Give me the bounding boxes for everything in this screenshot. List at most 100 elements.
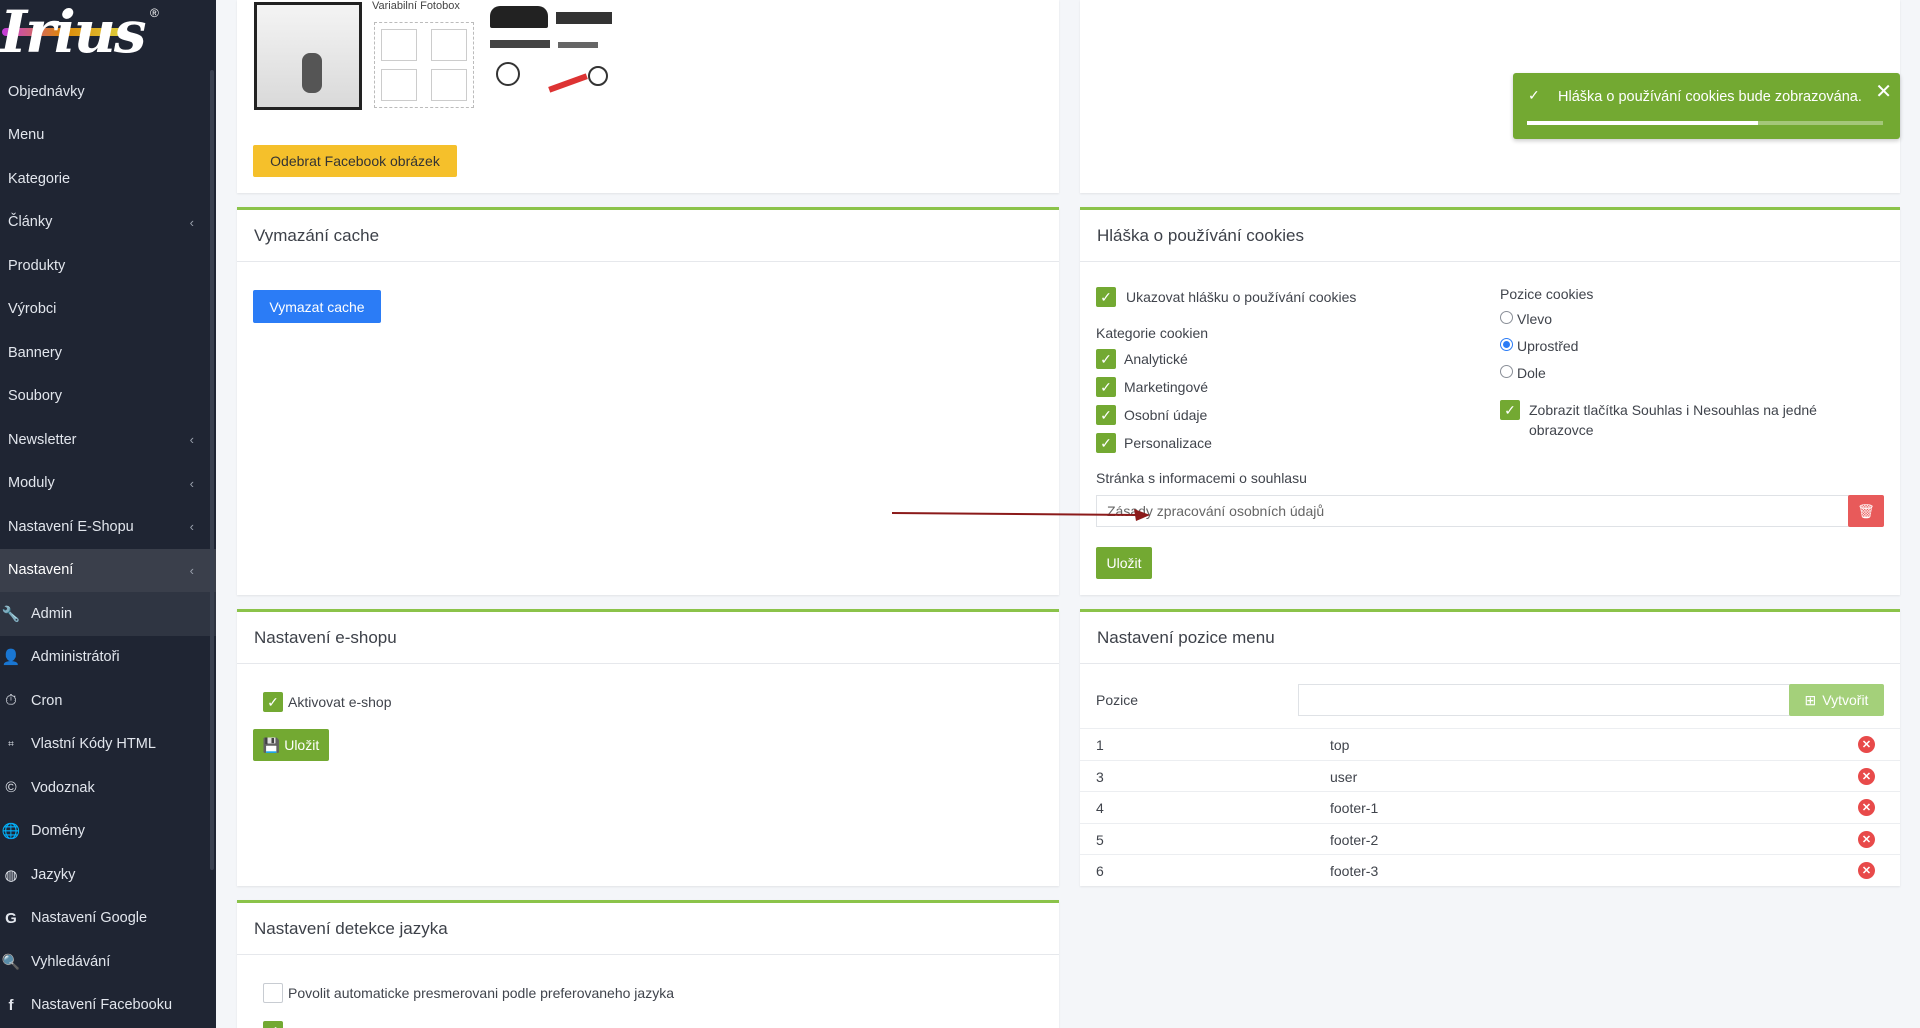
activate-eshop-checkbox[interactable]: ✓ [263, 692, 283, 712]
category-personalization-checkbox[interactable]: ✓ [1096, 433, 1116, 453]
close-icon[interactable]: ✕ [1875, 79, 1892, 104]
sidebar-subitem-9[interactable]: f Nastavení Facebooku [0, 984, 216, 1028]
show-cookies-checkbox[interactable]: ✓ [1096, 287, 1116, 307]
category-marketing-label: Marketingové [1124, 379, 1209, 395]
lang-card-title: Nastavení detekce jazyka [237, 903, 1059, 955]
position-center-label: Uprostřed [1517, 338, 1579, 354]
consent-page-label: Stránka s informacemi o souhlasu [1096, 470, 1307, 486]
sidebar-item-4[interactable]: Produkty [0, 244, 216, 288]
menu-position-label: Pozice [1096, 692, 1139, 708]
copyright-icon: © [5, 779, 17, 797]
clear-consent-page-button[interactable]: 🗑 [1848, 495, 1884, 527]
cache-card: Vymazání cache Vymazat cache [237, 207, 1059, 595]
sidebar-subitem-8[interactable]: 🔍 Vyhledávání [0, 940, 216, 984]
menu-position-id: 1 [1096, 737, 1104, 753]
wrench-icon: 🔧 [1, 605, 21, 623]
position-bottom-radio[interactable] [1500, 365, 1513, 378]
consent-page-input[interactable]: Zásady zpracování osobních údajů [1096, 495, 1849, 527]
position-left-label: Vlevo [1517, 311, 1553, 327]
sidebar-subitem-2[interactable]: ⏱ Cron [0, 679, 216, 723]
clear-cache-button[interactable]: Vymazat cache [253, 290, 381, 323]
sidebar-item-11[interactable]: Nastavení ‹ [0, 548, 216, 592]
sidebar-item-label: Kategorie [8, 170, 71, 187]
facebook-image-card: Variabilní Fotobox Odebrat Facebook obrá… [237, 0, 1059, 193]
table-row: 5 footer-2 ✕ [1080, 822, 1900, 854]
sidebar-item-label: Nastavení [8, 562, 74, 579]
sidebar-subitem-label: Vodoznak [31, 779, 95, 796]
language-icon: ◍ [4, 866, 18, 884]
sidebar-item-label: Články [8, 214, 53, 231]
remove-facebook-image-button[interactable]: Odebrat Facebook obrázek [253, 145, 457, 177]
sidebar-item-1[interactable]: Menu [0, 114, 216, 158]
menu-position-name: top [1330, 737, 1350, 753]
category-marketing-checkbox[interactable]: ✓ [1096, 377, 1116, 397]
category-analytics-checkbox[interactable]: ✓ [1096, 349, 1116, 369]
logo-text: Irius [0, 0, 147, 66]
sidebar-subitem-6[interactable]: ◍ Jazyky [0, 853, 216, 897]
registered-mark: ® [150, 6, 159, 20]
delete-icon[interactable]: ✕ [1858, 767, 1875, 785]
sidebar-subitem-3[interactable]: ⌗ Vlastní Kódy HTML [0, 723, 216, 767]
trash-icon: 🗑 [1857, 502, 1875, 519]
delete-icon[interactable]: ✕ [1858, 862, 1875, 879]
menu-position-name: footer-1 [1330, 800, 1379, 816]
eshop-card-title: Nastavení e-shopu [237, 612, 1059, 664]
both-buttons-label-line1: Zobrazit tlačítka Souhlas i Nesouhlas na… [1529, 402, 1817, 418]
sidebar-item-label: Menu [8, 127, 45, 144]
sidebar-item-5[interactable]: Výrobci [0, 288, 216, 332]
sidebar-scrollbar[interactable] [210, 70, 214, 870]
chevron-left-icon: ‹ [189, 475, 194, 491]
save-cookies-button[interactable]: Uložit [1096, 547, 1152, 579]
cookies-card-title: Hláška o používání cookies [1080, 210, 1900, 262]
cookie-categories-label: Kategorie cookien [1096, 325, 1209, 341]
position-bottom-label: Dole [1517, 365, 1546, 381]
menu-position-id: 3 [1096, 768, 1104, 785]
create-menu-position-button[interactable]: ⊞ Vytvořit [1789, 684, 1884, 716]
sidebar-subitem-5[interactable]: 🌐 Domény [0, 810, 216, 854]
sidebar-item-8[interactable]: Newsletter ‹ [0, 418, 216, 462]
menu-position-input[interactable] [1298, 684, 1793, 716]
chevron-left-icon: ‹ [189, 214, 194, 230]
category-analytics-label: Analytické [1124, 351, 1188, 367]
auto-redirect-checkbox[interactable] [263, 983, 283, 1003]
show-cookies-label: Ukazovat hlášku o používání cookies [1126, 289, 1357, 305]
sidebar-item-label: Produkty [8, 257, 66, 274]
google-icon: G [5, 909, 17, 927]
sidebar-item-2[interactable]: Kategorie [0, 157, 216, 201]
table-row: 6 footer-3 ✕ [1080, 854, 1900, 885]
position-center-radio[interactable] [1500, 338, 1513, 351]
chevron-left-icon: ‹ [189, 432, 194, 448]
delete-icon[interactable]: ✕ [1858, 830, 1875, 848]
cookies-card: Hláška o používání cookies ✓ Ukazovat hl… [1080, 207, 1900, 595]
both-buttons-checkbox[interactable]: ✓ [1500, 400, 1520, 420]
sidebar-item-label: Soubory [8, 388, 63, 405]
fotobox-caption: Variabilní Fotobox [372, 0, 460, 12]
sidebar-subitem-label: Admin [31, 605, 73, 622]
sidebar-item-10[interactable]: Nastavení E-Shopu ‹ [0, 505, 216, 549]
sidebar-item-3[interactable]: Články ‹ [0, 201, 216, 245]
menu-position-card: Nastavení pozice menu Pozice ⊞ Vytvořit … [1080, 609, 1900, 886]
brand-logo[interactable]: Irius ® [0, 0, 216, 70]
sidebar-subitem-0[interactable]: 🔧 Admin [0, 592, 216, 636]
sidebar-subitem-label: Jazyky [31, 866, 76, 883]
sidebar-subitem-7[interactable]: G Nastavení Google [0, 897, 216, 941]
category-personal-data-checkbox[interactable]: ✓ [1096, 405, 1116, 425]
save-eshop-button[interactable]: 💾 Uložit [253, 729, 329, 761]
next-checkbox[interactable]: ✓ [263, 1021, 283, 1028]
sidebar-subnav: 🔧 Admin 👤 Administrátoři ⏱ Cron ⌗ Vlastní Kódy … [0, 592, 216, 1027]
sidebar-subitem-1[interactable]: 👤 Administrátoři [0, 636, 216, 680]
sidebar-nav: Objednávky Menu Kategorie Články ‹ Produkty Vý… [0, 70, 216, 592]
sidebar-item-7[interactable]: Soubory [0, 375, 216, 419]
sidebar-item-0[interactable]: Objednávky [0, 70, 216, 114]
sidebar-subitem-label: Nastavení Facebooku [31, 997, 173, 1014]
delete-icon[interactable]: ✕ [1858, 799, 1875, 816]
sidebar-item-9[interactable]: Moduly ‹ [0, 462, 216, 506]
facebook-icon: f [8, 996, 14, 1014]
toast-progress-bar [1527, 121, 1759, 125]
sidebar-item-6[interactable]: Bannery [0, 331, 216, 375]
position-left-radio[interactable] [1500, 311, 1513, 324]
delete-icon[interactable]: ✕ [1858, 736, 1875, 753]
sidebar-subitem-label: Vyhledávání [31, 953, 111, 970]
sidebar-subitem-4[interactable]: © Vodoznak [0, 766, 216, 810]
table-row: 4 footer-1 ✕ [1080, 791, 1900, 822]
